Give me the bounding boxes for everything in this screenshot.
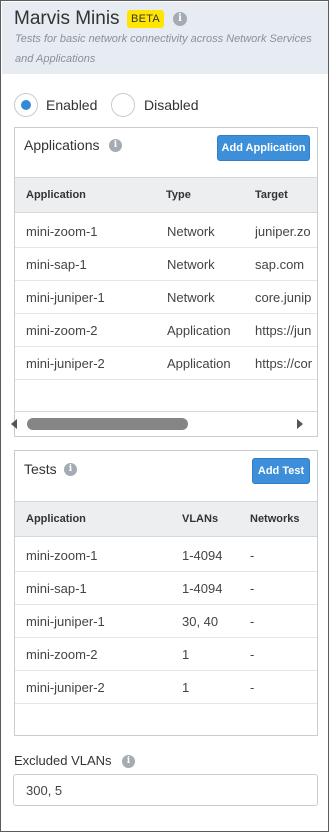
- add-test-button[interactable]: Add Test: [252, 458, 310, 484]
- panel-header: Marvis Minis BETA i Tests for basic netw…: [2, 2, 328, 74]
- cell-application: mini-juniper-2: [26, 680, 105, 695]
- column-header-networks[interactable]: Networks: [250, 513, 300, 525]
- cell-type: Application: [167, 356, 231, 371]
- table-divider: [15, 411, 317, 412]
- cell-type: Application: [167, 323, 231, 338]
- table-row[interactable]: mini-sap-1 1-4094 -: [15, 572, 317, 605]
- table-row[interactable]: mini-sap-1 Network sap.com: [15, 248, 317, 281]
- cell-target: https://cor: [255, 356, 313, 371]
- scrollbar-thumb[interactable]: [27, 418, 188, 430]
- disabled-label[interactable]: Disabled: [144, 97, 198, 113]
- column-header-application[interactable]: Application: [26, 513, 86, 525]
- enabled-radio[interactable]: [14, 93, 38, 117]
- cell-networks: -: [250, 581, 255, 596]
- excluded-vlans-label: Excluded VLANs: [14, 753, 112, 768]
- cell-target: core.junip: [255, 290, 312, 305]
- enabled-label[interactable]: Enabled: [46, 97, 97, 113]
- table-row[interactable]: mini-juniper-2 Application https://cor: [15, 347, 317, 380]
- table-row[interactable]: mini-zoom-2 Application https://jun: [15, 314, 317, 347]
- marvis-minis-panel: Marvis Minis BETA i Tests for basic netw…: [0, 0, 329, 832]
- cell-application: mini-sap-1: [26, 257, 87, 272]
- column-header-target[interactable]: Target: [255, 189, 288, 201]
- cell-application: mini-sap-1: [26, 581, 87, 596]
- cell-networks: -: [250, 548, 255, 563]
- cell-application: mini-zoom-2: [26, 323, 98, 338]
- cell-networks: -: [250, 680, 255, 695]
- applications-card: Applications i Add Application Applicati…: [14, 127, 318, 437]
- beta-badge: BETA: [127, 10, 164, 28]
- table-row[interactable]: mini-zoom-1 Network juniper.zo: [15, 215, 317, 248]
- column-header-type[interactable]: Type: [166, 189, 191, 201]
- tests-title: Tests: [24, 461, 57, 477]
- cell-vlans: 1-4094: [182, 581, 223, 596]
- table-row[interactable]: mini-zoom-1 1-4094 -: [15, 539, 317, 572]
- cell-type: Network: [167, 224, 215, 239]
- table-row[interactable]: mini-zoom-2 1 -: [15, 638, 317, 671]
- table-row[interactable]: mini-juniper-2 1 -: [15, 671, 317, 704]
- add-application-button[interactable]: Add Application: [217, 135, 310, 161]
- cell-type: Network: [167, 257, 215, 272]
- cell-application: mini-zoom-1: [26, 224, 98, 239]
- cell-application: mini-juniper-2: [26, 356, 105, 371]
- tests-card: Tests i Add Test Application VLANs Netwo…: [14, 450, 318, 736]
- scroll-right-icon[interactable]: [297, 419, 303, 429]
- applications-table-header: Application Type Target: [15, 177, 317, 213]
- cell-application: mini-juniper-1: [26, 290, 105, 305]
- column-header-vlans[interactable]: VLANs: [182, 513, 218, 525]
- scroll-left-icon[interactable]: [11, 419, 17, 429]
- horizontal-scrollbar[interactable]: [11, 415, 305, 433]
- info-icon[interactable]: i: [173, 12, 187, 26]
- tests-info-icon[interactable]: i: [64, 463, 77, 476]
- page-subtitle: Tests for basic network connectivity acr…: [15, 33, 312, 65]
- cell-target: https://jun: [255, 323, 312, 338]
- applications-title: Applications: [24, 137, 100, 153]
- cell-target: juniper.zo: [255, 224, 311, 239]
- cell-vlans: 1: [182, 647, 190, 662]
- cell-vlans: 1-4094: [182, 548, 223, 563]
- disabled-radio[interactable]: [111, 93, 135, 117]
- cell-type: Network: [167, 290, 215, 305]
- column-header-application[interactable]: Application: [26, 189, 86, 201]
- excluded-vlans-info-icon[interactable]: i: [122, 755, 135, 768]
- cell-application: mini-zoom-2: [26, 647, 98, 662]
- cell-target: sap.com: [255, 257, 305, 272]
- table-row[interactable]: mini-juniper-1 30, 40 -: [15, 605, 317, 638]
- tests-table-header: Application VLANs Networks: [15, 501, 317, 537]
- cell-networks: -: [250, 647, 255, 662]
- cell-application: mini-juniper-1: [26, 614, 105, 629]
- cell-vlans: 30, 40: [182, 614, 219, 629]
- cell-application: mini-zoom-1: [26, 548, 98, 563]
- excluded-vlans-input[interactable]: [13, 774, 318, 806]
- cell-vlans: 1: [182, 680, 190, 695]
- table-row[interactable]: mini-juniper-1 Network core.junip: [15, 281, 317, 314]
- applications-info-icon[interactable]: i: [109, 139, 122, 152]
- page-title: Marvis Minis: [14, 8, 120, 29]
- cell-networks: -: [250, 614, 255, 629]
